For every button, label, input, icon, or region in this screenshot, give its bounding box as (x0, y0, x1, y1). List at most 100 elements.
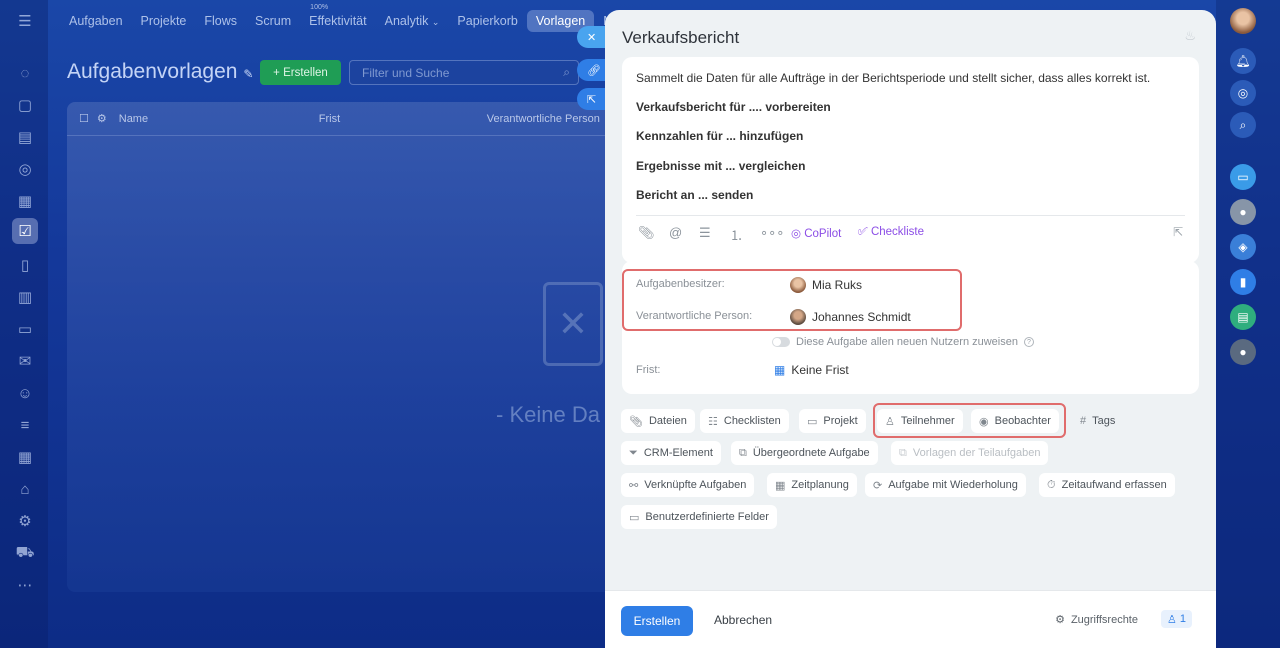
linked-tasks-chip[interactable]: ⚯ Verknüpfte Aufgaben (621, 473, 755, 497)
select-all-checkbox[interactable]: ☐ (79, 112, 89, 125)
access-rights-button[interactable]: ⚙ Zugriffsrechte (1055, 613, 1138, 627)
assign-all-toggle[interactable] (772, 337, 790, 347)
board-icon[interactable]: ▥ (12, 284, 38, 310)
search-chat-icon[interactable]: ⌕ (1230, 112, 1256, 138)
description-line: Kennzahlen für ... hinzufügen (636, 129, 804, 143)
more-formatting-icon[interactable]: ∘∘∘ (760, 225, 784, 241)
bot-icon[interactable]: ◈ (1230, 234, 1256, 260)
close-icon: ✕ (587, 31, 597, 44)
menu-icon[interactable]: ☰ (12, 8, 38, 34)
tasks-icon[interactable]: ☑ (12, 218, 38, 244)
create-template-button[interactable]: + Erstellen (260, 60, 341, 85)
feed-icon[interactable]: ◌ (12, 60, 38, 86)
templates-table: ☐ ⚙ Name Frist Verantwortliche Person ✕ … (67, 102, 612, 592)
assign-all-row: Diese Aufgabe allen neuen Nutzern zuweis… (772, 336, 1034, 348)
help-icon[interactable]: ? (1023, 337, 1034, 347)
project-chip[interactable]: ▭ Projekt (799, 409, 866, 433)
nav-projects[interactable]: Projekte (132, 10, 196, 32)
cart-icon[interactable]: ⛟ (12, 540, 38, 566)
settings-icon[interactable]: ⚙ (12, 508, 38, 534)
scheduling-chip[interactable]: ▦ Zeitplanung (767, 473, 857, 497)
subtask-icon: ⧉ (899, 446, 907, 459)
nav-analytics[interactable]: Analytik ⌄ (376, 10, 449, 32)
copilot-icon[interactable]: ◎ (1230, 80, 1256, 106)
checklists-chip[interactable]: ☷ Checklisten (700, 409, 789, 433)
time-tracking-label: Zeitaufwand erfassen (1061, 479, 1167, 491)
store-icon[interactable]: ⌂ (12, 476, 38, 502)
search-icon[interactable]: ⌕ (563, 65, 570, 80)
document-icon[interactable]: ▤ (12, 124, 38, 150)
flame-icon[interactable]: ♨ (1184, 28, 1196, 44)
search-input[interactable]: Filter und Suche ⌕ (349, 60, 579, 85)
user-avatar[interactable] (1230, 8, 1256, 34)
tags-chip[interactable]: # Tags (1072, 409, 1123, 433)
target-icon[interactable]: ◎ (12, 156, 38, 182)
calendar-icon[interactable]: ▦ (12, 188, 38, 214)
group-avatar[interactable]: ● (1230, 199, 1256, 225)
checklist-button[interactable]: ✅︎ Checkliste (858, 226, 924, 239)
table-header: ☐ ⚙ Name Frist Verantwortliche Person (67, 102, 612, 136)
contacts-icon[interactable]: ☺ (12, 380, 38, 406)
right-rail: 🔔︎ ◎ ⌕ ▭ ● ◈ ▮ ▤ ● (1216, 0, 1280, 648)
subtask-templates-chip[interactable]: ⧉ Vorlagen der Teilaufgaben (891, 441, 1049, 465)
mention-icon[interactable]: @ (669, 225, 682, 240)
column-deadline[interactable]: Frist (319, 113, 487, 125)
files-chip[interactable]: 📎︎ Dateien (621, 409, 695, 433)
nav-effectivity-label: Effektivität (309, 14, 367, 28)
recurring-label: Aufgabe mit Wiederholung (888, 479, 1018, 491)
copilot-button[interactable]: ◎ CoPilot (791, 226, 841, 240)
calendar-clock-icon: ▦ (775, 479, 786, 492)
template-editor-panel: Verkaufsbericht ♨ Sammelt die Daten für … (605, 10, 1216, 648)
toolbar-divider (636, 215, 1185, 216)
notes-icon[interactable]: ▤ (1230, 304, 1256, 330)
paperclip-icon[interactable]: 📎︎ (638, 225, 655, 241)
description-line: Bericht an ... senden (636, 188, 754, 202)
gear-icon[interactable]: ⚙ (97, 112, 107, 125)
bell-icon[interactable]: 🔔︎ (1230, 48, 1256, 74)
more-icon[interactable]: ⋯ (12, 572, 38, 598)
numbered-list-icon[interactable]: ⒈ (730, 225, 743, 244)
crm-chip[interactable]: ⏷ CRM-Element (621, 441, 721, 465)
pin-icon[interactable]: ✎ (243, 67, 253, 81)
nav-tasks[interactable]: Aufgaben (60, 10, 132, 32)
chat-bubble-icon[interactable]: ▭ (1230, 164, 1256, 190)
highlight-frame (873, 403, 1066, 438)
nav-effectivity[interactable]: 100% Effektivität (300, 4, 375, 32)
bullet-list-icon[interactable]: ☰ (699, 225, 711, 241)
page-title: Aufgabenvorlagen ✎ (67, 60, 253, 84)
highlight-frame (622, 269, 962, 331)
cancel-button[interactable]: Abbrechen (714, 613, 772, 627)
parent-task-chip[interactable]: ⧉ Übergeordnete Aufgabe (731, 441, 878, 465)
nav-trash[interactable]: Papierkorb (448, 10, 526, 32)
chat-icon[interactable]: ▢ (12, 92, 38, 118)
panel-title[interactable]: Verkaufsbericht (622, 28, 739, 48)
form-icon: ▭ (629, 511, 640, 524)
stopwatch-icon: ⏱︎ (1047, 478, 1056, 491)
file-icon[interactable]: ▯ (12, 252, 38, 278)
bookmark-icon[interactable]: ▮ (1230, 269, 1256, 295)
recurring-chip[interactable]: ⟳ Aufgabe mit Wiederholung (865, 473, 1026, 497)
nav-flows[interactable]: Flows (195, 10, 246, 32)
search-placeholder: Filter und Suche (362, 66, 450, 80)
panel-footer: Erstellen Abbrechen ⚙ Zugriffsrechte ♙ 1 (605, 590, 1216, 648)
access-count: 1 (1179, 613, 1186, 625)
time-tracking-chip[interactable]: ⏱︎ Zeitaufwand erfassen (1039, 473, 1175, 497)
expand-editor-icon[interactable]: ⇱ (1173, 225, 1183, 239)
filter-icon[interactable]: ≡ (12, 412, 38, 438)
nav-scrum[interactable]: Scrum (246, 10, 300, 32)
custom-fields-label: Benutzerdefinierte Felder (645, 511, 769, 523)
mail-icon[interactable]: ✉ (12, 348, 38, 374)
parent-task-icon: ⧉ (739, 446, 747, 459)
grid-icon[interactable]: ▦ (12, 444, 38, 470)
access-count-badge[interactable]: ♙ 1 (1161, 610, 1192, 628)
create-button[interactable]: Erstellen (621, 606, 693, 636)
link-icon: 🔗︎ (587, 64, 601, 77)
contact-avatar[interactable]: ● (1230, 339, 1256, 365)
deadline-selector[interactable]: ▦ Keine Frist (774, 363, 849, 377)
column-name[interactable]: Name (119, 113, 319, 125)
custom-fields-chip[interactable]: ▭ Benutzerdefinierte Felder (621, 505, 777, 529)
funnel-icon: ⏷ (629, 446, 638, 459)
inbox-icon[interactable]: ▭ (12, 316, 38, 342)
column-responsible[interactable]: Verantwortliche Person (487, 113, 600, 125)
description-editor[interactable]: Sammelt die Daten für alle Aufträge in d… (622, 57, 1199, 263)
